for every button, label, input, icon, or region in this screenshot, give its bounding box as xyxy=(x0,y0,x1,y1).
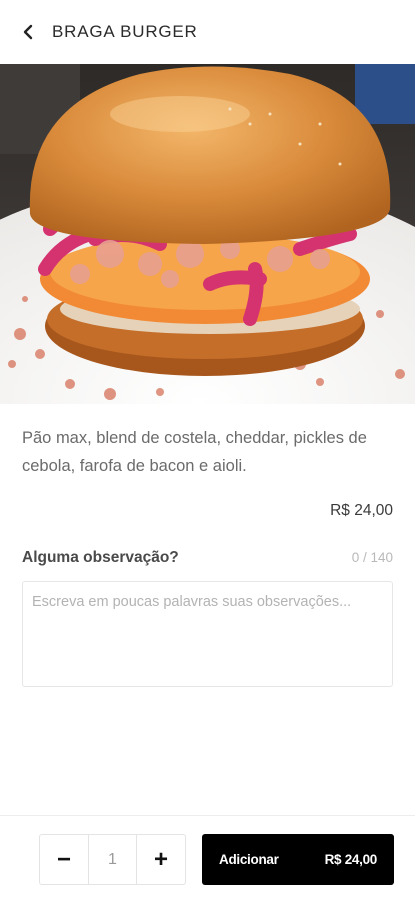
add-to-cart-button[interactable]: Adicionar R$ 24,00 xyxy=(202,834,394,885)
quantity-value: 1 xyxy=(88,835,137,884)
burger-photo xyxy=(0,64,415,404)
footer-bar: − 1 + Adicionar R$ 24,00 xyxy=(0,815,415,900)
quantity-stepper: − 1 + xyxy=(39,834,186,885)
increase-quantity-button[interactable]: + xyxy=(137,835,185,884)
observation-label: Alguma observação? xyxy=(22,549,179,566)
back-button[interactable] xyxy=(0,0,52,64)
add-button-price: R$ 24,00 xyxy=(324,852,378,867)
product-description: Pão max, blend de costela, cheddar, pick… xyxy=(22,429,367,475)
product-image xyxy=(0,64,415,404)
add-button-label: Adicionar xyxy=(219,852,279,867)
app-header: BRAGA BURGER xyxy=(0,0,415,64)
observation-input[interactable] xyxy=(22,581,393,687)
minus-icon: − xyxy=(56,845,71,873)
chevron-left-icon xyxy=(23,24,33,40)
page-title: BRAGA BURGER xyxy=(52,22,198,41)
product-price: R$ 24,00 xyxy=(330,502,393,519)
decrease-quantity-button[interactable]: − xyxy=(40,835,88,884)
observation-char-counter: 0 / 140 xyxy=(351,550,393,565)
plus-icon: + xyxy=(153,845,168,873)
